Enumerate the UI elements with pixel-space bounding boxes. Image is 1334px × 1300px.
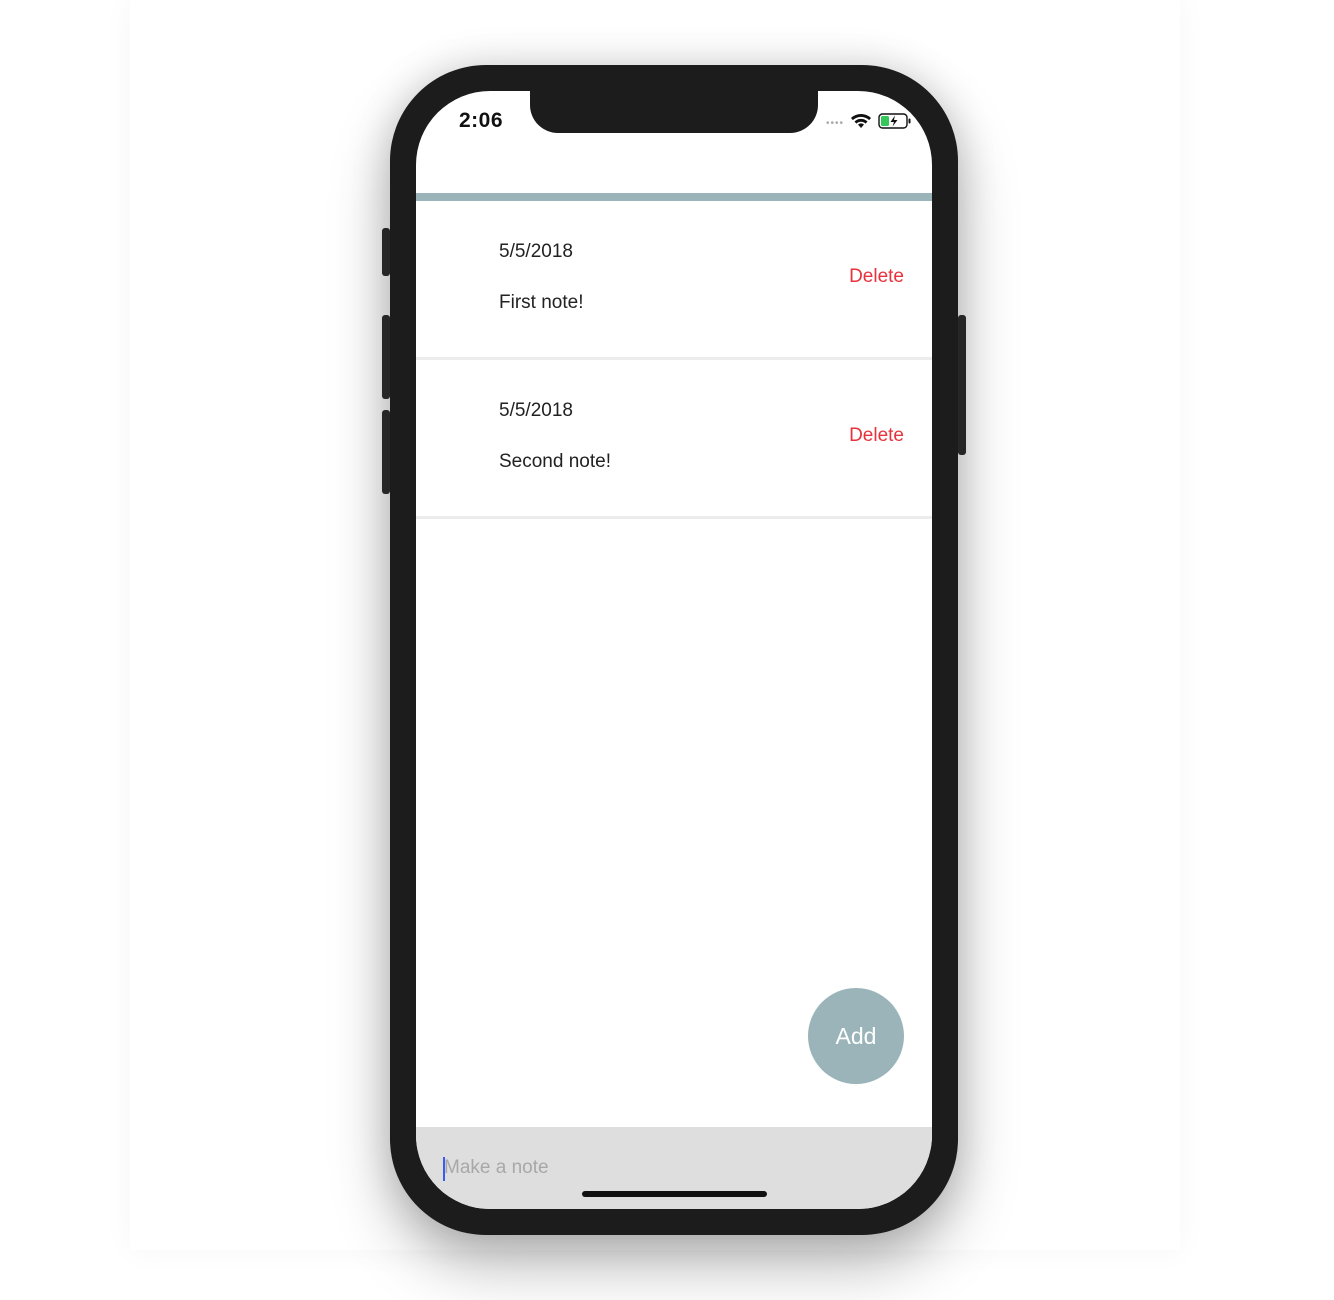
volume-up-button xyxy=(382,315,390,399)
cellular-dots-icon: •••• xyxy=(825,118,844,129)
header-accent-bar xyxy=(416,193,932,201)
delete-note-button[interactable]: Delete xyxy=(849,266,904,288)
wifi-icon xyxy=(850,113,872,134)
note-item: 5/5/2018 Second note! Delete xyxy=(416,360,932,519)
note-date: 5/5/2018 xyxy=(499,241,573,262)
power-button xyxy=(958,315,966,455)
silent-switch xyxy=(382,228,390,276)
status-icons: •••• xyxy=(826,113,912,134)
note-input[interactable] xyxy=(444,1153,884,1183)
note-text: Second note! xyxy=(499,451,611,472)
add-note-button[interactable]: Add xyxy=(808,988,904,1084)
note-date: 5/5/2018 xyxy=(499,400,573,421)
phone-frame: 2:06 •••• 5/5/2018 First note! Delete 5/… xyxy=(382,65,966,1235)
volume-down-button xyxy=(382,410,390,494)
home-indicator[interactable] xyxy=(582,1191,767,1197)
status-time: 2:06 xyxy=(459,109,504,132)
delete-note-button[interactable]: Delete xyxy=(849,425,904,447)
notch xyxy=(530,91,818,133)
note-item: 5/5/2018 First note! Delete xyxy=(416,201,932,360)
battery-charging-icon xyxy=(878,113,912,134)
app-screen: 2:06 •••• 5/5/2018 First note! Delete 5/… xyxy=(416,91,932,1209)
note-text: First note! xyxy=(499,292,584,313)
